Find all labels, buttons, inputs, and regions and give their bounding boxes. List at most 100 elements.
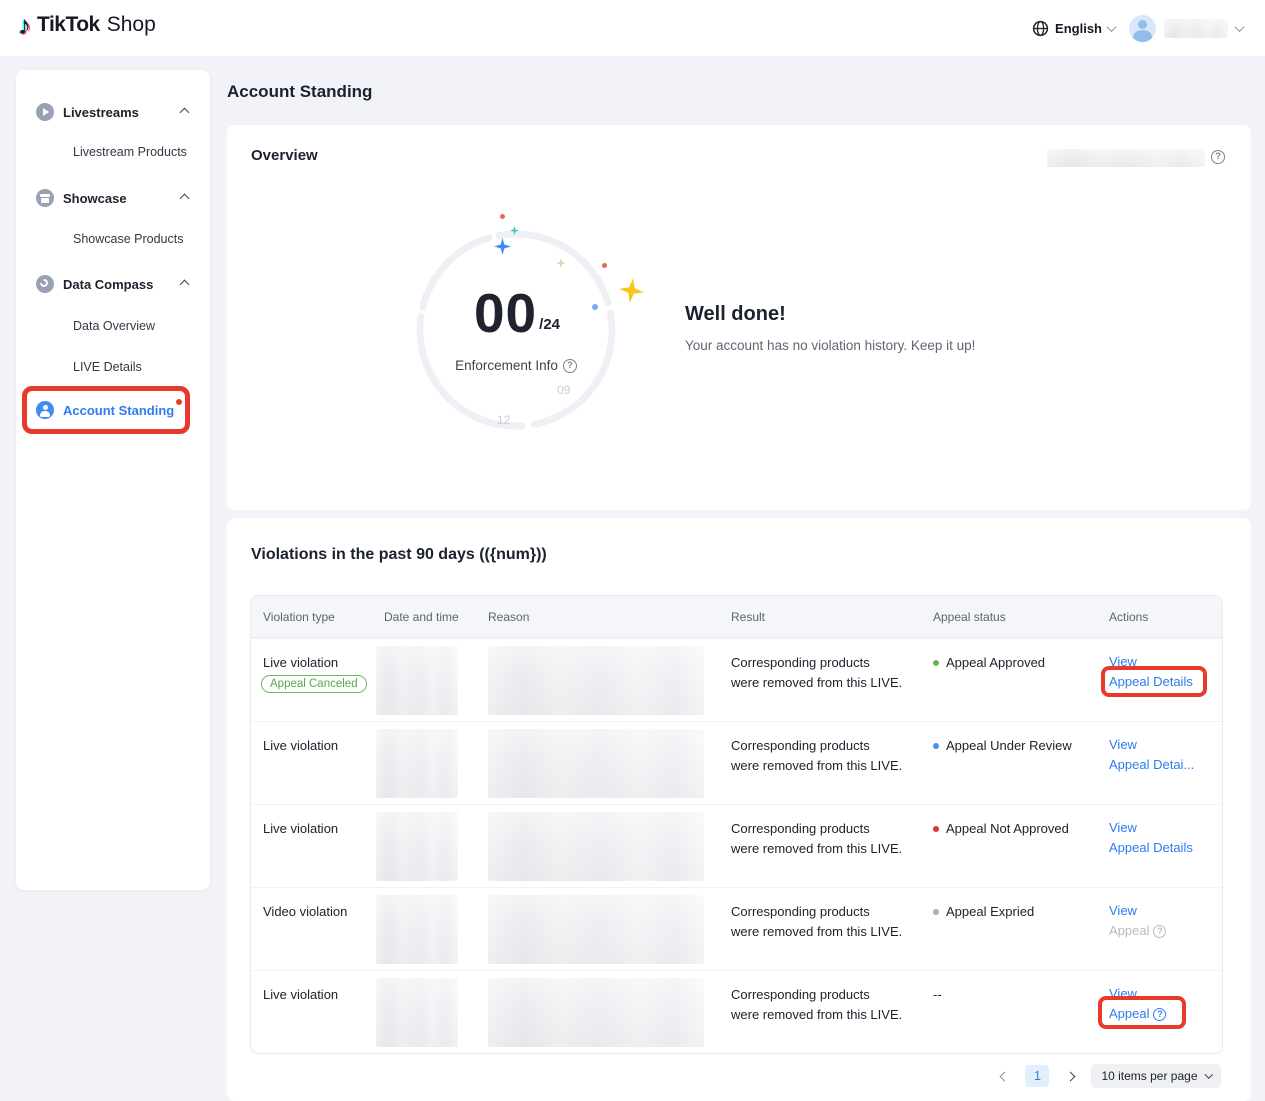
help-icon: ? (1153, 925, 1166, 938)
help-icon[interactable]: ? (563, 359, 577, 373)
data-compass-icon (36, 275, 54, 293)
appeal-canceled-tag: Appeal Canceled (261, 675, 367, 693)
language-label: English (1055, 21, 1102, 36)
appeal-link[interactable]: Appeal? (1109, 1004, 1166, 1024)
redacted-date (376, 646, 458, 715)
page-title: Account Standing (227, 82, 372, 102)
sidebar-item-showcase-products[interactable]: Showcase Products (73, 232, 183, 246)
tiktok-shop-logo[interactable]: ♪ TikTok Shop (18, 12, 156, 38)
table-row: Live violation Appeal Canceled Correspon… (251, 638, 1222, 721)
redacted-date (376, 895, 458, 964)
account-menu[interactable] (1129, 15, 1243, 42)
redacted-reason (488, 978, 704, 1047)
violation-type: Video violation (263, 904, 347, 919)
overview-card: Overview ? 00/24 Enforcement Info ? 09 1… (227, 125, 1251, 510)
result-text: Corresponding productswere removed from … (731, 902, 902, 942)
redacted-reason (488, 812, 704, 881)
overview-heading: Overview (251, 147, 318, 164)
result-text: Corresponding productswere removed from … (731, 653, 902, 693)
top-navbar: ♪ TikTok Shop English (0, 0, 1265, 56)
sparkle-dot-blue (592, 304, 598, 310)
redacted-overview-info (1047, 149, 1205, 167)
redacted-date (376, 978, 458, 1047)
chevron-up-icon (180, 193, 190, 203)
col-reason: Reason (488, 610, 529, 624)
col-appeal-status: Appeal status (933, 610, 1006, 624)
status-dot (933, 660, 939, 666)
redacted-reason (488, 646, 704, 715)
brand-shop: Shop (107, 13, 156, 37)
sidebar-item-live-details[interactable]: LIVE Details (73, 360, 142, 374)
violations-card: Violations in the past 90 days (({num}))… (227, 518, 1251, 1101)
globe-icon (1032, 20, 1049, 37)
redacted-reason (488, 729, 704, 798)
sidebar-item-showcase[interactable]: Showcase (16, 182, 210, 214)
view-link[interactable]: View (1109, 818, 1137, 838)
brand-tiktok: TikTok (37, 13, 100, 37)
tiktok-note-icon: ♪ (18, 12, 31, 38)
violations-table: Violation type Date and time Reason Resu… (250, 595, 1223, 1054)
enforcement-gauge: 00/24 Enforcement Info ? 09 12 (416, 230, 616, 430)
violation-type: Live violation (263, 738, 338, 753)
appeal-status: -- (933, 987, 942, 1002)
col-result: Result (731, 610, 765, 624)
status-dot (933, 909, 939, 915)
sidebar-item-data-compass[interactable]: Data Compass (16, 268, 210, 300)
table-row: Live violation Corresponding productswer… (251, 970, 1222, 1053)
prev-page-button[interactable] (993, 1065, 1015, 1087)
view-link[interactable]: View (1109, 652, 1137, 672)
sparkle-star-yellow (617, 276, 645, 304)
result-text: Corresponding productswere removed from … (731, 819, 902, 859)
gauge-score: 00/24 (416, 286, 616, 341)
appeal-status: Appeal Under Review (933, 738, 1072, 753)
help-icon[interactable]: ? (1211, 150, 1225, 164)
avatar (1129, 15, 1156, 42)
sidebar-item-account-standing[interactable]: Account Standing (16, 394, 210, 426)
status-message: Well done! Your account has no violation… (685, 303, 975, 353)
status-message-title: Well done! (685, 303, 975, 326)
col-actions: Actions (1109, 610, 1148, 624)
sidebar-item-label: Livestreams (63, 105, 139, 120)
sidebar-item-livestreams[interactable]: Livestreams (16, 96, 210, 128)
result-text: Corresponding productswere removed from … (731, 736, 902, 776)
chevron-down-icon (1107, 22, 1117, 32)
sidebar-item-data-overview[interactable]: Data Overview (73, 319, 155, 333)
view-link[interactable]: View (1109, 901, 1137, 921)
table-row: Live violation Corresponding productswer… (251, 804, 1222, 887)
violation-type: Live violation (263, 821, 338, 836)
chevron-up-icon (180, 107, 190, 117)
violation-type: Live violation (263, 655, 338, 670)
gauge-tick-09: 09 (557, 383, 570, 397)
table-header-row: Violation type Date and time Reason Resu… (251, 596, 1222, 638)
page-number[interactable]: 1 (1025, 1065, 1049, 1087)
items-per-page-label: 10 items per page (1101, 1069, 1197, 1083)
appeal-status: Appeal Not Approved (933, 821, 1069, 836)
sidebar-item-label: Account Standing (63, 403, 174, 418)
status-message-body: Your account has no violation history. K… (685, 338, 975, 353)
sparkle-dot-red (500, 214, 505, 219)
showcase-icon (36, 189, 54, 207)
status-dot (933, 826, 939, 832)
redacted-date (376, 729, 458, 798)
view-link[interactable]: View (1109, 735, 1137, 755)
appeal-details-link[interactable]: Appeal Details (1109, 838, 1193, 858)
sidebar-item-label: Data Compass (63, 277, 153, 292)
language-selector[interactable]: English (1032, 20, 1115, 37)
gauge-label: Enforcement Info ? (416, 358, 616, 373)
view-link[interactable]: View (1109, 984, 1137, 1004)
livestream-icon (36, 103, 54, 121)
col-date-time: Date and time (384, 610, 459, 624)
violation-type: Live violation (263, 987, 338, 1002)
sidebar-item-livestream-products[interactable]: Livestream Products (73, 145, 187, 159)
account-standing-icon (36, 401, 54, 419)
appeal-status: Appeal Approved (933, 655, 1045, 670)
items-per-page-select[interactable]: 10 items per page (1091, 1064, 1221, 1088)
pagination: 1 10 items per page (993, 1064, 1221, 1088)
gauge-tick-12: 12 (497, 413, 510, 427)
table-row: Video violation Corresponding productswe… (251, 887, 1222, 970)
appeal-details-link[interactable]: Appeal Detai... (1109, 755, 1194, 775)
appeal-details-link[interactable]: Appeal Details (1109, 672, 1193, 692)
appeal-status: Appeal Expried (933, 904, 1034, 919)
result-text: Corresponding productswere removed from … (731, 985, 902, 1025)
next-page-button[interactable] (1059, 1065, 1081, 1087)
